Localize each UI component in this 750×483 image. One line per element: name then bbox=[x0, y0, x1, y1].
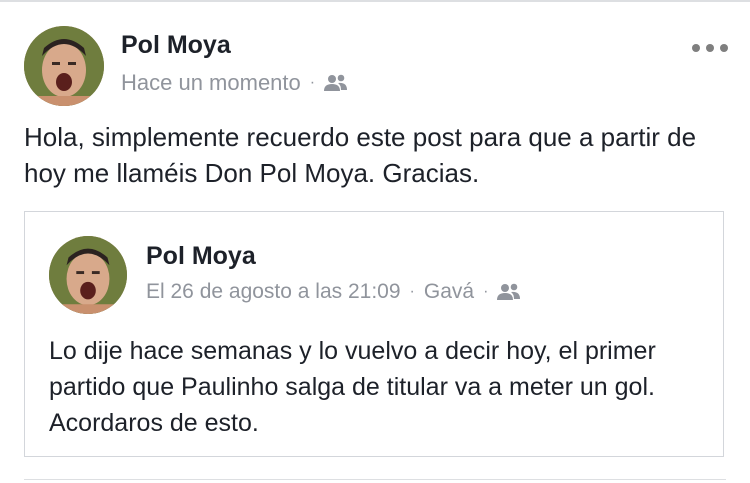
post-author-name[interactable]: Pol Moya bbox=[121, 31, 231, 60]
meta-separator: · bbox=[309, 74, 316, 91]
dot-icon bbox=[706, 44, 714, 52]
meta-separator: · bbox=[483, 283, 489, 300]
meta-separator: · bbox=[409, 283, 415, 300]
shared-author-name[interactable]: Pol Moya bbox=[146, 242, 256, 271]
avatar-photo-icon bbox=[49, 236, 127, 314]
group-icon[interactable] bbox=[497, 283, 521, 301]
top-divider bbox=[0, 0, 750, 2]
shared-post-timestamp[interactable]: El 26 de agosto a las 21:09 bbox=[146, 280, 401, 304]
shared-post-text: Lo dije hace semanas y lo vuelvo a decir… bbox=[49, 337, 656, 437]
bottom-divider bbox=[24, 479, 726, 480]
more-options-icon[interactable] bbox=[692, 38, 728, 58]
shared-post-meta: El 26 de agosto a las 21:09 · Gavá · bbox=[146, 280, 521, 304]
post-meta: Hace un momento · bbox=[121, 70, 348, 96]
post-text: Hola, simplemente recuerdo este post par… bbox=[24, 122, 697, 188]
dot-icon bbox=[692, 44, 700, 52]
avatar-photo-icon bbox=[24, 26, 104, 106]
post-timestamp[interactable]: Hace un momento bbox=[121, 70, 301, 96]
shared-author-avatar[interactable] bbox=[49, 236, 127, 314]
group-icon[interactable] bbox=[324, 74, 348, 92]
shared-post-card[interactable]: Pol Moya El 26 de agosto a las 21:09 · G… bbox=[24, 211, 724, 457]
author-avatar[interactable] bbox=[24, 26, 104, 106]
dot-icon bbox=[720, 44, 728, 52]
shared-post-location[interactable]: Gavá bbox=[424, 280, 474, 304]
